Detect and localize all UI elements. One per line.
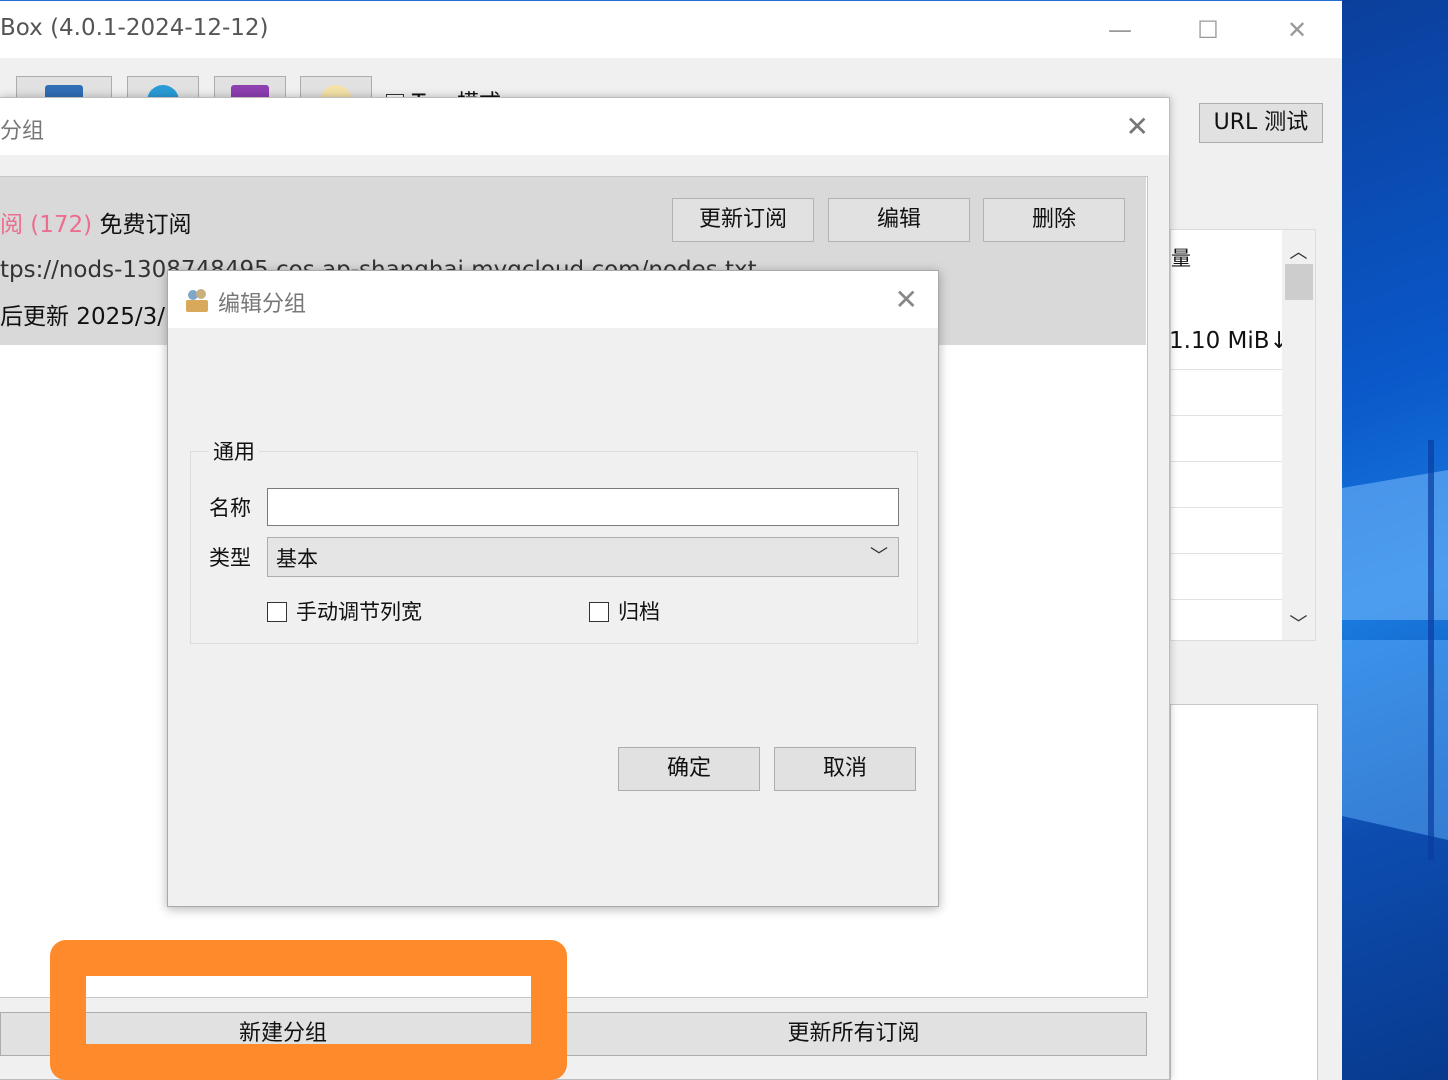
type-select-value: 基本 (276, 547, 318, 571)
archive-label: 归档 (618, 600, 660, 624)
grid-header: 量 (1171, 246, 1191, 270)
subscription-title: 免费订阅 (99, 212, 192, 238)
update-subscription-button[interactable]: 更新订阅 (672, 198, 814, 242)
annotation-highlight (50, 940, 567, 1080)
maximize-button[interactable]: ☐ (1188, 13, 1228, 47)
close-icon[interactable]: ✕ (895, 283, 918, 316)
grid-row[interactable] (1171, 370, 1283, 416)
archive-checkbox[interactable]: 归档 (589, 596, 660, 626)
edit-button[interactable]: 编辑 (828, 198, 970, 242)
edit-group-dialog: 编辑分组 ✕ 通用 名称 类型 基本 ﹀ 手动调节列宽 归档 确定 取消 (167, 270, 939, 907)
toolbar (0, 58, 1342, 103)
checkbox-box[interactable] (267, 602, 287, 622)
vertical-scrollbar[interactable]: ︿ ﹀ (1282, 230, 1315, 640)
manual-column-width-checkbox[interactable]: 手动调节列宽 (267, 596, 422, 626)
subscription-name: 阅 (172) 免费订阅 (0, 205, 191, 239)
name-input[interactable] (267, 488, 899, 526)
close-button[interactable]: ✕ (1277, 13, 1317, 47)
traffic-grid: 量 1.10 MiB↓ ︿ ﹀ (1169, 229, 1316, 641)
minimize-button[interactable]: — (1100, 13, 1140, 47)
grid-row[interactable] (1171, 416, 1283, 462)
group-window-title: 分组 (0, 119, 45, 144)
close-icon[interactable]: ✕ (1126, 110, 1149, 143)
url-test-button[interactable]: URL 测试 (1199, 103, 1323, 143)
delete-button[interactable]: 删除 (983, 198, 1125, 242)
checkbox-box[interactable] (589, 602, 609, 622)
chevron-down-icon: ﹀ (870, 546, 888, 567)
general-section: 通用 名称 类型 基本 ﹀ 手动调节列宽 归档 (190, 436, 918, 644)
subscription-count: 阅 (172) (0, 212, 93, 238)
wallpaper-gap (1428, 440, 1434, 860)
grid-value: 1.10 MiB↓ (1169, 328, 1289, 354)
scroll-thumb[interactable] (1285, 264, 1313, 300)
section-title: 通用 (209, 436, 259, 466)
group-window-title-bar: 分组 ✕ (0, 98, 1169, 155)
dialog-title-bar: 编辑分组 ✕ (168, 271, 938, 328)
ok-button[interactable]: 确定 (618, 747, 760, 791)
main-window-title: Box (4.0.1-2024-12-12) (0, 15, 269, 41)
type-select[interactable]: 基本 ﹀ (267, 537, 899, 577)
scroll-up-icon[interactable]: ︿ (1282, 238, 1315, 264)
manual-column-width-label: 手动调节列宽 (296, 600, 422, 624)
dialog-title: 编辑分组 (218, 292, 307, 317)
log-panel (1170, 704, 1318, 1080)
grid-row[interactable] (1171, 462, 1283, 508)
scroll-down-icon[interactable]: ﹀ (1282, 610, 1315, 636)
group-icon (186, 289, 208, 312)
desktop-wallpaper (1342, 0, 1448, 1080)
main-title-bar: Box (4.0.1-2024-12-12) — ☐ ✕ (0, 1, 1342, 58)
name-label: 名称 (209, 496, 251, 520)
grid-row[interactable] (1171, 508, 1283, 554)
grid-row[interactable] (1171, 554, 1283, 600)
type-label: 类型 (209, 546, 251, 570)
update-all-subscriptions-button[interactable]: 更新所有订阅 (560, 1012, 1147, 1056)
subscription-updated: 后更新 2025/3/ (0, 304, 165, 330)
cancel-button[interactable]: 取消 (774, 747, 916, 791)
